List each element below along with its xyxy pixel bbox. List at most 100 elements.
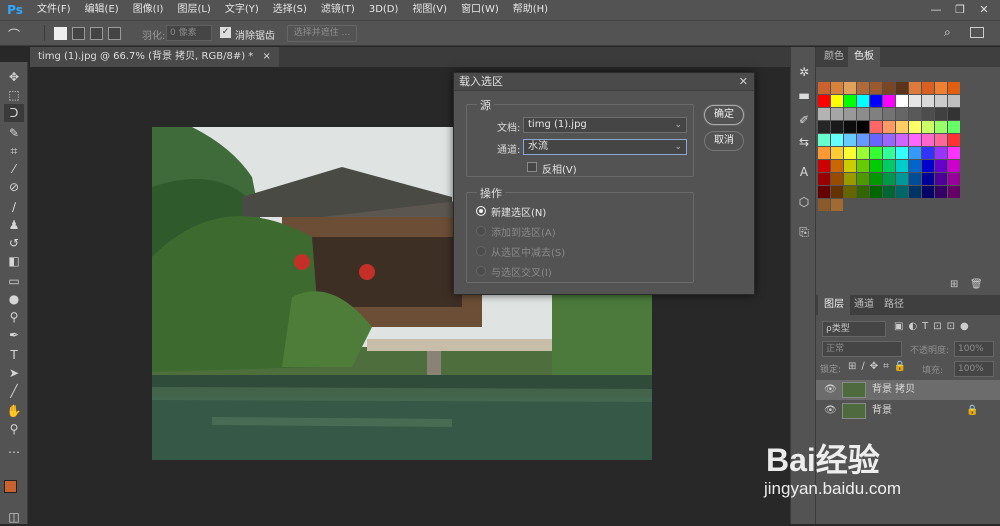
navigator-icon[interactable]: ✲: [795, 63, 813, 81]
stamp-tool-icon[interactable]: ♟: [4, 216, 24, 234]
menu-item[interactable]: 图层(L): [170, 0, 217, 20]
eye-icon[interactable]: 👁: [824, 380, 837, 400]
swatch[interactable]: [948, 160, 960, 172]
swatch[interactable]: [909, 173, 921, 185]
swatch[interactable]: [870, 82, 882, 94]
path-select-tool-icon[interactable]: ➤: [4, 364, 24, 382]
swatch[interactable]: [948, 173, 960, 185]
swatch[interactable]: [831, 199, 843, 211]
new-selection-mode-button[interactable]: [54, 27, 67, 40]
swatch[interactable]: [922, 134, 934, 146]
layer-row[interactable]: 👁 背景 🔒: [816, 401, 1000, 421]
swatch[interactable]: [818, 134, 830, 146]
intersect-selection-mode-button[interactable]: [108, 27, 121, 40]
swatch[interactable]: [883, 147, 895, 159]
swatch[interactable]: [935, 160, 947, 172]
hand-tool-icon[interactable]: ✋: [4, 402, 24, 420]
invert-checkbox[interactable]: [527, 162, 537, 172]
ok-button[interactable]: 确定: [704, 105, 744, 125]
swatch[interactable]: [883, 134, 895, 146]
swatch[interactable]: [870, 173, 882, 185]
swatch[interactable]: [922, 82, 934, 94]
eraser-tool-icon[interactable]: ◧: [4, 252, 24, 270]
swatch[interactable]: [922, 160, 934, 172]
swatch[interactable]: [935, 108, 947, 120]
swatch[interactable]: [870, 186, 882, 198]
swatch[interactable]: [896, 160, 908, 172]
swatch[interactable]: [844, 173, 856, 185]
eyedropper-tool-icon[interactable]: ⁄: [4, 160, 24, 178]
swatch[interactable]: [857, 82, 869, 94]
marquee-tool-icon[interactable]: ⬚: [4, 86, 24, 104]
swatch[interactable]: [909, 95, 921, 107]
channel-select[interactable]: 水流 ⌄: [523, 139, 687, 155]
line-tool-icon[interactable]: ╱: [4, 382, 24, 400]
swatch[interactable]: [935, 95, 947, 107]
swatch[interactable]: [948, 147, 960, 159]
menu-item[interactable]: 选择(S): [266, 0, 314, 20]
swatch[interactable]: [857, 186, 869, 198]
swatch[interactable]: [870, 121, 882, 133]
swatch[interactable]: [844, 108, 856, 120]
swatch[interactable]: [935, 82, 947, 94]
close-window-button[interactable]: ✕: [970, 0, 998, 20]
swatch[interactable]: [948, 82, 960, 94]
swatch[interactable]: [948, 108, 960, 120]
swatch[interactable]: [831, 147, 843, 159]
document-tab[interactable]: timg (1).jpg @ 66.7% (背景 拷贝, RGB/8#) * ×: [30, 47, 279, 67]
swatch[interactable]: [831, 121, 843, 133]
menu-item[interactable]: 文件(F): [30, 0, 78, 20]
swatch[interactable]: [909, 108, 921, 120]
select-and-mask-button[interactable]: 选择并遮住 ...: [287, 25, 357, 42]
crop-tool-icon[interactable]: ⌗: [4, 142, 24, 160]
swatch[interactable]: [922, 121, 934, 133]
foreground-color-swatch[interactable]: [4, 480, 17, 493]
antialias-checkbox[interactable]: ✓: [220, 27, 231, 38]
swatch[interactable]: [844, 121, 856, 133]
swatch[interactable]: [844, 134, 856, 146]
document-select[interactable]: timg (1).jpg ⌄: [523, 117, 687, 133]
gradient-tool-icon[interactable]: ▭: [4, 272, 24, 290]
swatch[interactable]: [896, 82, 908, 94]
dialog-title-bar[interactable]: 载入选区 ✕: [454, 73, 754, 91]
swatch[interactable]: [818, 147, 830, 159]
swatch[interactable]: [857, 134, 869, 146]
intersect-selection-radio[interactable]: [476, 266, 486, 276]
healing-tool-icon[interactable]: ⊘: [4, 178, 24, 196]
quick-mask-icon[interactable]: ◫: [4, 508, 24, 526]
swatch[interactable]: [935, 134, 947, 146]
history-brush-tool-icon[interactable]: ↺: [4, 234, 24, 252]
menu-item[interactable]: 视图(V): [405, 0, 454, 20]
swatch[interactable]: [857, 95, 869, 107]
swatch[interactable]: [831, 173, 843, 185]
swatch[interactable]: [922, 108, 934, 120]
swatch[interactable]: [831, 160, 843, 172]
swatch[interactable]: [831, 82, 843, 94]
tab-paths[interactable]: 路径: [878, 295, 910, 315]
brush-settings-icon[interactable]: ✐: [795, 111, 813, 129]
blend-mode-select[interactable]: 正常: [822, 341, 902, 357]
opacity-input[interactable]: 100%: [954, 341, 994, 357]
swatch[interactable]: [844, 186, 856, 198]
layer-row[interactable]: 👁 背景 拷贝: [816, 380, 1000, 400]
swatch[interactable]: [909, 121, 921, 133]
feather-input[interactable]: 0 像素: [166, 25, 212, 41]
blur-tool-icon[interactable]: ●: [4, 290, 24, 308]
swatch[interactable]: [818, 160, 830, 172]
menu-item[interactable]: 编辑(E): [78, 0, 126, 20]
add-to-selection-radio[interactable]: [476, 226, 486, 236]
3d-icon[interactable]: ⬡: [795, 193, 813, 211]
swatch[interactable]: [883, 95, 895, 107]
swatch[interactable]: [870, 95, 882, 107]
more-tools-icon[interactable]: …: [4, 440, 24, 458]
tab-channels[interactable]: 通道: [848, 295, 880, 315]
swatch[interactable]: [844, 95, 856, 107]
swatch[interactable]: [818, 186, 830, 198]
swatch[interactable]: [818, 199, 830, 211]
swatch[interactable]: [857, 121, 869, 133]
tab-color[interactable]: 颜色: [818, 47, 850, 67]
swatch[interactable]: [935, 147, 947, 159]
swatch[interactable]: [922, 95, 934, 107]
swatch[interactable]: [883, 186, 895, 198]
menu-item[interactable]: 帮助(H): [506, 0, 555, 20]
